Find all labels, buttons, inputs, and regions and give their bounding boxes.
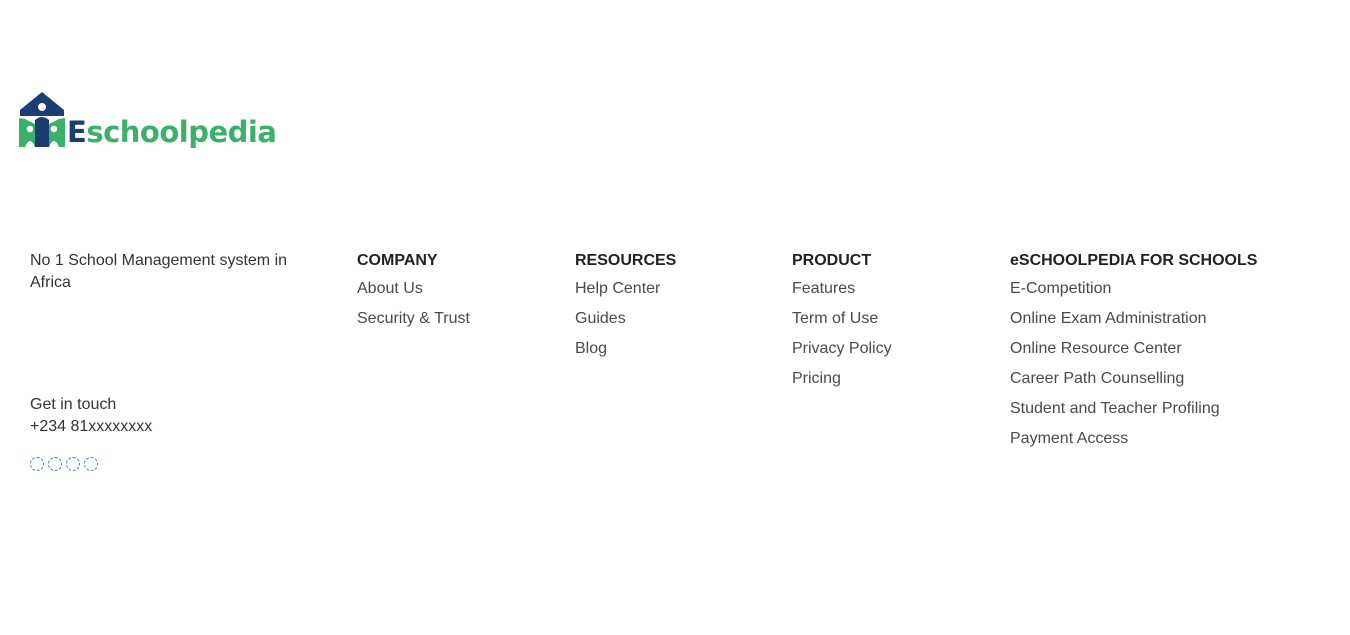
contact-block: Get in touch +234 81xxxxxxxx (30, 394, 152, 438)
footer: Eschoolpedia No 1 School Management syst… (0, 0, 1350, 635)
link-features[interactable]: Features (792, 280, 855, 297)
link-help-center[interactable]: Help Center (575, 280, 660, 297)
logo-link[interactable]: Eschoolpedia (18, 92, 277, 149)
resources-links: Help Center Guides Blog (575, 278, 775, 368)
schools-heading: eSCHOOLPEDIA FOR SCHOOLS (1010, 252, 1258, 269)
logo-wordmark-e: E (67, 115, 87, 149)
company-links: About Us Security & Trust (357, 278, 557, 338)
link-online-resource-center[interactable]: Online Resource Center (1010, 340, 1182, 357)
school-house-logo-icon (19, 92, 65, 147)
resources-column: RESOURCES Help Center Guides Blog (575, 250, 775, 368)
link-term-of-use[interactable]: Term of Use (792, 310, 878, 327)
social-icon-3[interactable] (66, 457, 80, 471)
link-payment-access[interactable]: Payment Access (1010, 430, 1128, 447)
link-career-path-counselling[interactable]: Career Path Counselling (1010, 370, 1184, 387)
link-pricing[interactable]: Pricing (792, 370, 841, 387)
schools-column: eSCHOOLPEDIA FOR SCHOOLS E-Competition O… (1010, 250, 1340, 458)
link-guides[interactable]: Guides (575, 310, 626, 327)
link-privacy-policy[interactable]: Privacy Policy (792, 340, 892, 357)
product-links: Features Term of Use Privacy Policy Pric… (792, 278, 992, 398)
logo-wordmark: Eschoolpedia (67, 115, 277, 149)
link-student-teacher-profiling[interactable]: Student and Teacher Profiling (1010, 400, 1220, 417)
social-icon-2[interactable] (48, 457, 62, 471)
about-column: No 1 School Management system in Africa … (30, 250, 320, 471)
logo-wordmark-rest: schoolpedia (86, 115, 277, 149)
social-links (30, 457, 98, 471)
resources-heading: RESOURCES (575, 252, 677, 269)
contact-heading: Get in touch (30, 396, 117, 413)
link-about-us[interactable]: About Us (357, 280, 423, 297)
product-heading: PRODUCT (792, 252, 872, 269)
company-heading: COMPANY (357, 252, 438, 269)
phone-number: +234 81xxxxxxxx (30, 418, 153, 435)
company-column: COMPANY About Us Security & Trust (357, 250, 557, 338)
link-online-exam-administration[interactable]: Online Exam Administration (1010, 310, 1207, 327)
social-icon-4[interactable] (84, 457, 98, 471)
schools-links: E-Competition Online Exam Administration… (1010, 278, 1340, 458)
social-icon-1[interactable] (30, 457, 44, 471)
link-security-trust[interactable]: Security & Trust (357, 310, 470, 327)
link-e-competition[interactable]: E-Competition (1010, 280, 1111, 297)
tagline: No 1 School Management system in Africa (30, 252, 288, 291)
product-column: PRODUCT Features Term of Use Privacy Pol… (792, 250, 992, 398)
link-blog[interactable]: Blog (575, 340, 607, 357)
